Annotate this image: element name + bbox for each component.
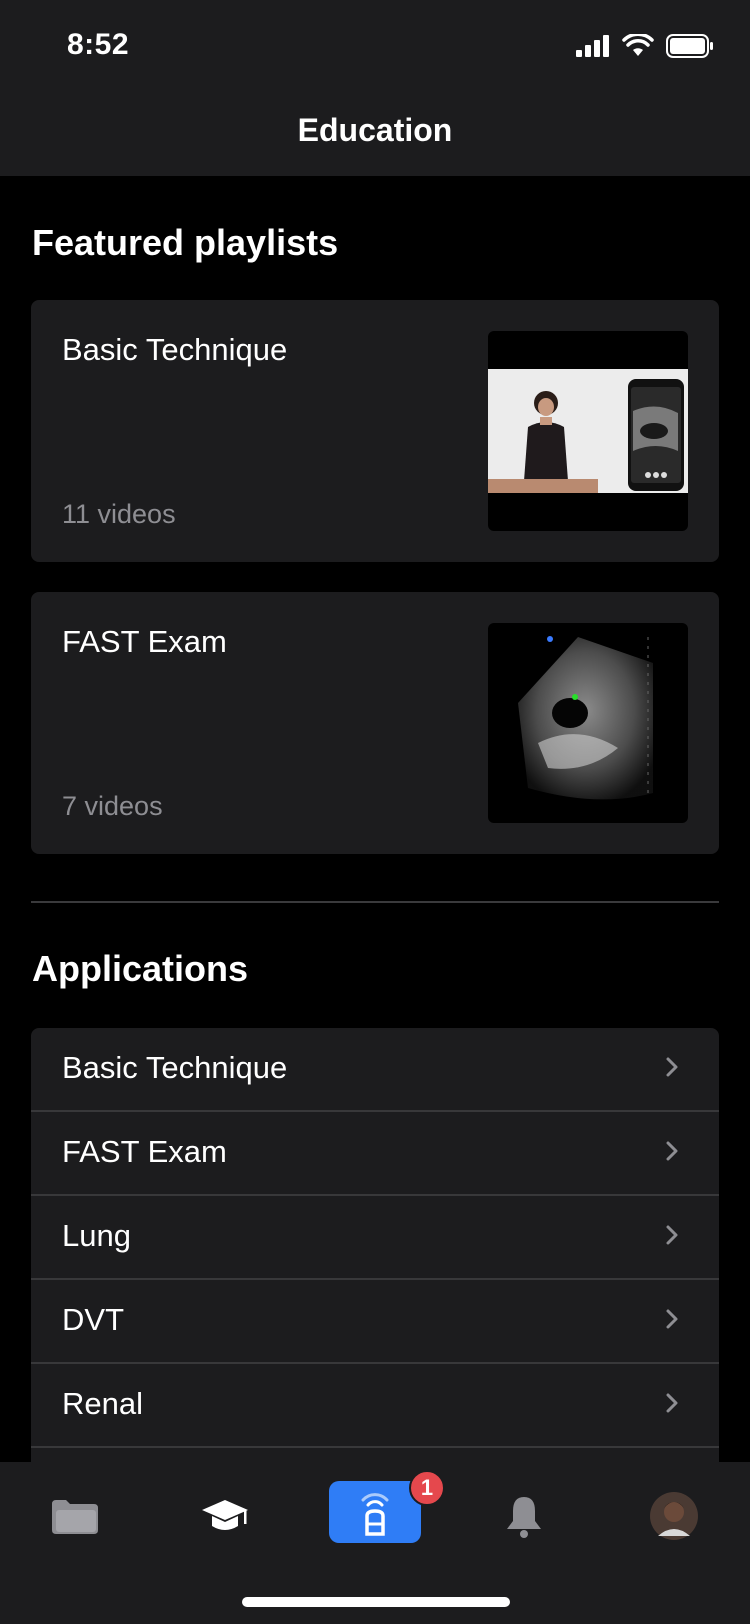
list-item-label: FAST Exam <box>62 1134 227 1169</box>
folder-icon <box>52 1500 98 1534</box>
bell-icon <box>507 1497 541 1538</box>
section-divider <box>31 901 719 903</box>
list-item[interactable]: FAST Exam <box>31 1112 719 1196</box>
featured-playlists-heading: Featured playlists <box>32 222 339 263</box>
battery-icon <box>666 34 713 58</box>
tab-files[interactable] <box>45 1486 105 1546</box>
playlist-count: 7 videos <box>62 791 163 821</box>
home-indicator[interactable] <box>242 1597 510 1607</box>
playlist-card-fast-exam[interactable]: FAST Exam 7 videos <box>31 592 719 854</box>
list-item-label: Basic Technique <box>62 1050 288 1085</box>
status-icons <box>576 34 714 58</box>
list-item[interactable]: Renal <box>31 1364 719 1448</box>
page-title: Education <box>297 112 453 148</box>
tab-profile[interactable] <box>644 1486 704 1546</box>
applications-heading: Applications <box>32 948 249 989</box>
tab-notifications[interactable] <box>494 1486 554 1546</box>
status-time: 8:52 <box>67 28 130 61</box>
top-bar: 8:52 Education <box>0 0 750 176</box>
list-item-label: DVT <box>62 1302 124 1337</box>
cellular-signal-icon <box>576 35 609 57</box>
avatar <box>650 1492 698 1540</box>
tab-education[interactable] <box>195 1486 255 1546</box>
list-item[interactable]: Basic Technique <box>31 1028 719 1112</box>
list-item[interactable]: DVT <box>31 1280 719 1364</box>
chevron-right-icon <box>666 1057 678 1077</box>
probe-icon <box>361 1493 389 1536</box>
notification-badge: 1 <box>409 1470 445 1506</box>
applications-list: Basic Technique FAST Exam Lung DVT Renal <box>31 1028 719 1532</box>
chevron-right-icon <box>666 1141 678 1161</box>
list-item[interactable]: Lung <box>31 1196 719 1280</box>
tab-scan[interactable] <box>329 1481 421 1543</box>
wifi-icon <box>622 34 654 56</box>
education-screen: 8:52 Education Featured playlists Basic … <box>0 0 750 1624</box>
graduation-cap-icon <box>202 1500 248 1530</box>
ultrasound-thumbnail <box>488 623 688 823</box>
playlist-count: 11 videos <box>62 499 176 529</box>
chevron-right-icon <box>666 1309 678 1329</box>
list-item-label: Lung <box>62 1218 131 1253</box>
playlist-card-basic-technique[interactable]: Basic Technique 11 videos <box>31 300 719 562</box>
chevron-right-icon <box>666 1393 678 1413</box>
playlist-title: Basic Technique <box>62 332 288 367</box>
person-scanning-thumbnail <box>488 331 688 531</box>
list-item-label: Renal <box>62 1386 143 1421</box>
playlist-title: FAST Exam <box>62 624 227 659</box>
chevron-right-icon <box>666 1225 678 1245</box>
